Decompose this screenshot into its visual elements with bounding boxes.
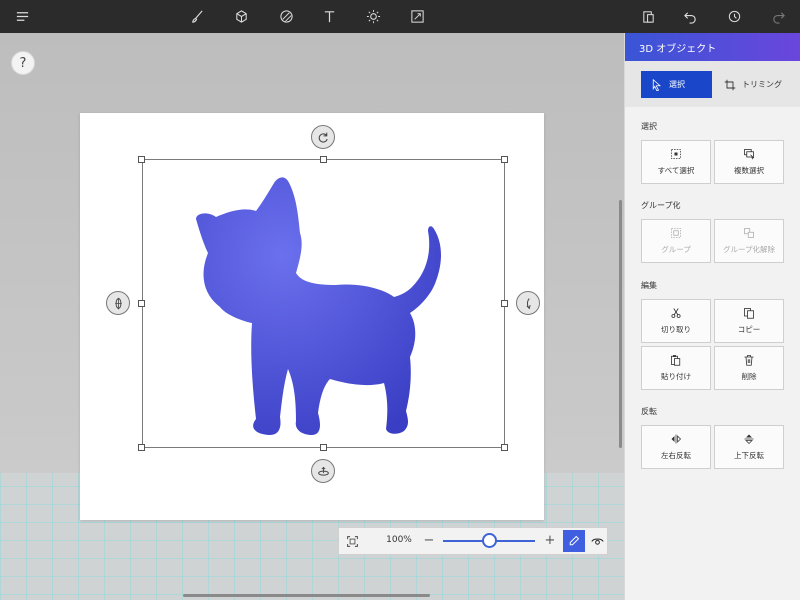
delete-button[interactable]: 削除 [714,346,784,390]
pen-icon [569,535,580,546]
3d-shapes-tool-button[interactable] [225,0,257,33]
rotate-icon [318,132,328,143]
rotate-x-handle[interactable] [516,291,540,315]
resize-handle-top-right[interactable] [501,156,508,163]
text-tool-button[interactable] [313,0,345,33]
section-label-group: グループ化 [641,201,681,210]
top-toolbar [0,0,800,33]
rotate-y-handle[interactable] [106,291,130,315]
brushes-tool-button[interactable] [181,0,213,33]
help-label: ? [19,55,27,71]
horizontal-scrollbar[interactable] [183,594,430,597]
effects-tool-button[interactable] [357,0,389,33]
rotate-z-handle[interactable] [311,125,335,149]
fit-to-screen-button[interactable] [341,530,363,552]
paste-icon [642,11,654,23]
stickers-tool-button[interactable] [270,0,302,33]
vertical-scrollbar[interactable] [619,200,622,448]
redo-button[interactable] [762,0,794,33]
effects-icon [366,9,380,24]
text-icon [324,11,334,23]
panel-title: 3D オブジェクト [625,33,800,61]
select-mode-label: 選択 [669,80,685,89]
flip-vertical-icon [744,434,754,445]
paste-button[interactable] [632,0,664,33]
rotate-vertical-icon [114,297,122,309]
crop-icon [724,79,736,90]
multi-select-button[interactable]: 複数選択 [714,140,784,184]
resize-handle-bottom[interactable] [320,444,327,451]
undo-icon [683,12,696,24]
cut-label: 切り取り [661,325,691,334]
brush-icon [191,10,203,23]
selection-box [142,159,505,448]
fit-screen-icon [346,535,358,547]
undo-button[interactable] [674,0,706,33]
resize-handle-bottom-right[interactable] [501,444,508,451]
hamburger-icon [16,12,28,21]
select-all-icon [671,149,681,159]
eye-icon [590,538,604,545]
help-button[interactable]: ? [11,51,35,75]
ungroup-button[interactable]: グループ化解除 [714,219,784,263]
ungroup-label: グループ化解除 [722,245,776,254]
depth-icon [317,466,329,476]
paste-icon [671,355,681,366]
rotate-tilt-icon [526,297,531,309]
select-all-button[interactable]: すべて選択 [641,140,711,184]
flip-horizontal-label: 左右反転 [661,451,691,460]
section-label-select: 選択 [641,122,657,131]
paste-panel-button[interactable]: 貼り付け [641,346,711,390]
delete-label: 削除 [741,372,757,381]
properties-panel: 3D オブジェクト 選択 トリミング 選択 すべて選択 複数選択 グループ化 グ… [624,33,800,600]
group-icon [671,228,681,238]
workspace[interactable]: ? [0,33,624,600]
resize-handle-left[interactable] [138,300,145,307]
cut-button[interactable]: 切り取り [641,299,711,343]
paste-label: 貼り付け [661,372,691,381]
cursor-icon [652,78,662,91]
copy-label: コピー [737,325,761,334]
zoom-slider-thumb[interactable] [482,533,497,548]
section-label-flip: 反転 [641,407,657,416]
view-3d-button[interactable] [587,530,607,552]
canvas-icon [410,10,424,23]
zoom-out-button[interactable]: − [421,531,437,551]
trim-mode-button[interactable]: トリミング [714,71,794,98]
flip-horizontal-icon [671,434,682,444]
trash-icon [744,355,754,366]
multi-select-label: 複数選択 [734,166,764,175]
scissors-icon [671,308,681,318]
history-button[interactable] [718,0,750,33]
group-label: グループ [661,245,691,254]
redo-icon [772,12,785,24]
canvas-tool-button[interactable] [401,0,433,33]
z-depth-handle[interactable] [311,459,335,483]
zoom-in-button[interactable]: + [542,531,558,551]
resize-handle-top[interactable] [320,156,327,163]
resize-handle-top-left[interactable] [138,156,145,163]
zoom-percent: 100% [386,535,412,545]
flip-vertical-button[interactable]: 上下反転 [714,425,784,469]
history-icon [728,10,740,23]
hamburger-menu-button[interactable] [6,0,38,33]
copy-button[interactable]: コピー [714,299,784,343]
sticker-icon [279,10,293,23]
zoom-bar: 100% − + [338,527,608,555]
cube-icon [235,10,247,23]
section-label-edit: 編集 [641,281,657,290]
mode-switcher: 選択 トリミング [625,61,800,107]
resize-handle-bottom-left[interactable] [138,444,145,451]
multi-select-icon [744,149,755,160]
resize-handle-right[interactable] [501,300,508,307]
select-all-label: すべて選択 [657,166,695,175]
trim-mode-label: トリミング [742,80,782,89]
copy-icon [744,308,754,319]
flip-horizontal-button[interactable]: 左右反転 [641,425,711,469]
group-button[interactable]: グループ [641,219,711,263]
flip-vertical-label: 上下反転 [734,451,764,460]
select-mode-button[interactable]: 選択 [641,71,712,98]
edit-view-button[interactable] [563,530,585,552]
ungroup-icon [744,228,754,238]
